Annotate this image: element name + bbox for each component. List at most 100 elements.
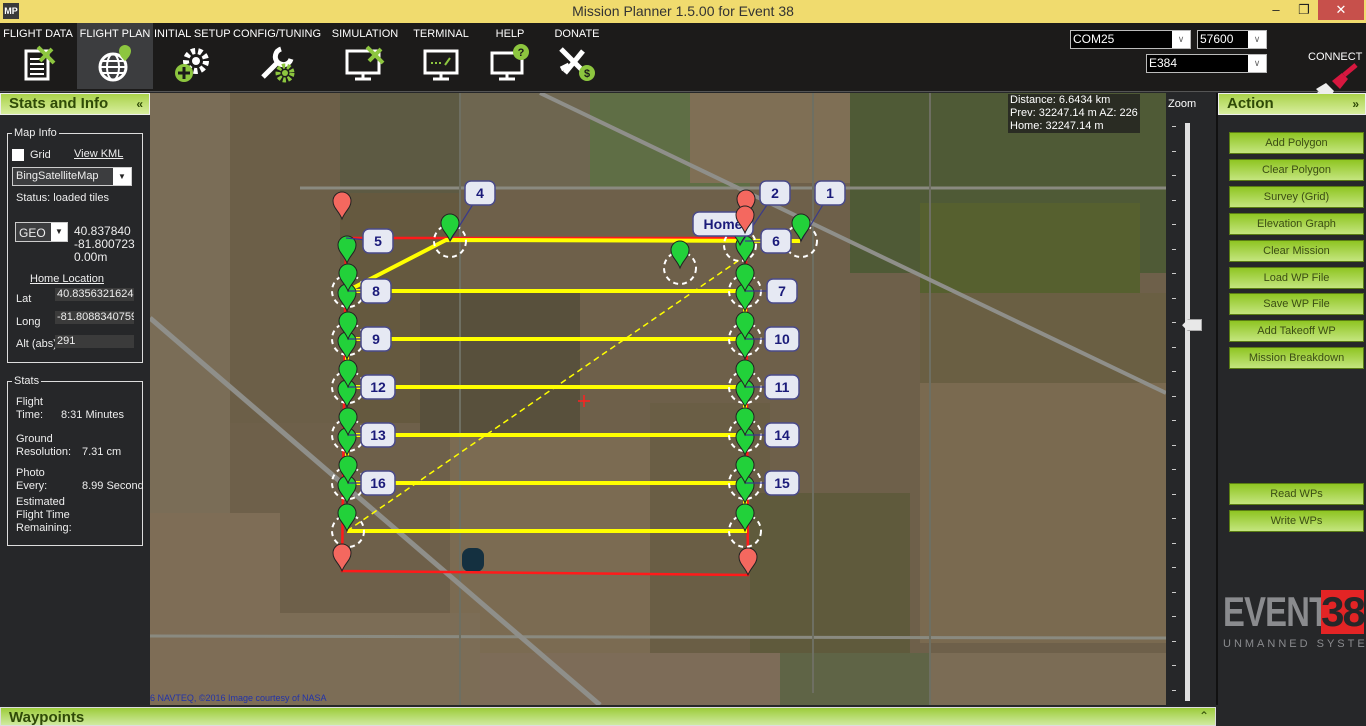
menu-label: DONATE	[554, 28, 600, 40]
action-panel: Action » Add Polygon Clear Polygon Surve…	[1216, 93, 1366, 705]
grid-checkbox[interactable]	[12, 149, 24, 161]
svg-text:$: $	[584, 68, 590, 80]
write-wps-button[interactable]: Write WPs	[1229, 510, 1364, 532]
waypoint-marker[interactable]	[337, 503, 357, 533]
menu-initial-setup[interactable]: INITIAL SETUP	[154, 23, 231, 89]
stats-panel-header: Stats and Info «	[0, 93, 150, 115]
collapse-icon[interactable]: »	[1352, 94, 1359, 114]
est-flight-time-label: Remaining:	[16, 522, 72, 534]
waypoint-marker[interactable]	[791, 213, 811, 243]
view-kml-link[interactable]: View KML	[74, 148, 123, 160]
maximize-button[interactable]: ❐	[1290, 0, 1318, 20]
home-lat-field[interactable]: 40.83563216247	[55, 288, 134, 301]
waypoint-label-13[interactable]: 13	[360, 422, 396, 448]
zoom-tick	[1172, 199, 1176, 201]
chevron-down-icon: ∨	[1248, 55, 1266, 72]
svg-text:12: 12	[370, 379, 386, 395]
menu-flight-data[interactable]: FLIGHT DATA	[0, 23, 76, 89]
save-wp-file-button[interactable]: Save WP File	[1229, 293, 1364, 315]
zoom-tick	[1172, 371, 1176, 372]
zoom-tick	[1172, 493, 1176, 495]
add-takeoff-wp-button[interactable]: Add Takeoff WP	[1229, 320, 1364, 342]
com-port-select[interactable]: COM25 ∨	[1070, 30, 1191, 49]
menu-config-tuning[interactable]: CONFIG/TUNING	[231, 23, 323, 89]
menu-flight-plan[interactable]: FLIGHT PLAN	[77, 23, 153, 89]
flight-time-value: 8:31 Minutes	[61, 409, 124, 421]
expand-icon[interactable]: ⌃	[1199, 709, 1209, 723]
waypoint-label-1[interactable]: 1	[814, 180, 846, 206]
svg-text:?: ?	[518, 47, 525, 59]
waypoint-label-2[interactable]: 2	[759, 180, 791, 206]
est-flight-time-label: Flight Time	[16, 509, 70, 521]
lat-label: Lat	[16, 293, 32, 305]
satellite-map[interactable]: 1 2 4 5 6 7 8 9 10 11 12 13 14 15 16 Home Distance: 6.6…	[150, 93, 1166, 705]
read-wps-button[interactable]: Read WPs	[1229, 483, 1364, 505]
waypoint-marker[interactable]	[735, 503, 755, 533]
waypoint-label-8[interactable]: 8	[360, 278, 392, 304]
polygon-vertex-marker[interactable]	[332, 543, 352, 573]
svg-text:16: 16	[370, 475, 386, 491]
menu-label: HELP	[495, 28, 525, 40]
terminal-icon	[423, 49, 459, 81]
waypoint-marker[interactable]	[670, 240, 690, 270]
map-status: Status: loaded tiles	[16, 192, 109, 204]
elevation-graph-button[interactable]: Elevation Graph	[1229, 213, 1364, 235]
waypoint-label-12[interactable]: 12	[360, 374, 396, 400]
zoom-tick	[1172, 444, 1176, 446]
menu-label: INITIAL SETUP	[154, 28, 231, 40]
baud-rate-select[interactable]: 57600 ∨	[1197, 30, 1267, 49]
waypoint-label-11[interactable]: 11	[764, 374, 800, 400]
menu-label: FLIGHT PLAN	[79, 28, 151, 40]
menu-donate[interactable]: DONATE $	[545, 23, 609, 89]
cursor-alt: 0.00m	[74, 250, 108, 264]
svg-text:8: 8	[372, 283, 380, 299]
zoom-tick	[1172, 591, 1176, 593]
ground-resolution-value: 7.31 cm	[82, 446, 122, 458]
add-polygon-button[interactable]: Add Polygon	[1229, 132, 1364, 154]
mission-breakdown-button[interactable]: Mission Breakdown	[1229, 347, 1364, 369]
zoom-tick	[1172, 346, 1176, 348]
waypoint-marker[interactable]	[440, 213, 460, 243]
polygon-vertex-marker[interactable]	[738, 547, 758, 577]
waypoint-label-7[interactable]: 7	[766, 278, 798, 304]
config-tuning-icon	[261, 46, 295, 83]
waypoint-label-16[interactable]: 16	[360, 470, 396, 496]
map-type-select[interactable]: BingSatelliteMap ▼	[12, 167, 132, 186]
collapse-icon[interactable]: «	[136, 94, 143, 114]
waypoint-label-4[interactable]: 4	[464, 180, 496, 206]
stats-legend: Stats	[14, 375, 40, 387]
waypoint-label-14[interactable]: 14	[764, 422, 800, 448]
action-panel-title: Action	[1227, 95, 1274, 112]
minimize-button[interactable]: –	[1262, 0, 1290, 20]
clear-polygon-button[interactable]: Clear Polygon	[1229, 159, 1364, 181]
donate-icon: $	[559, 47, 595, 81]
waypoint-label-5[interactable]: 5	[362, 228, 394, 254]
home-long-field[interactable]: -81.8088340759	[55, 311, 134, 324]
waypoint-label-9[interactable]: 9	[360, 326, 392, 352]
coord-mode-select[interactable]: GEO ▼	[15, 222, 68, 242]
profile-select[interactable]: E384 ∨	[1146, 54, 1267, 73]
close-button[interactable]: ✕	[1318, 0, 1364, 20]
survey-grid-button[interactable]: Survey (Grid)	[1229, 186, 1364, 208]
waypoint-label-15[interactable]: 15	[764, 470, 800, 496]
home-alt-field[interactable]: 291	[55, 335, 134, 348]
home-location-link[interactable]: Home Location	[30, 273, 104, 285]
zoom-tick	[1172, 248, 1176, 250]
menu-simulation[interactable]: SIMULATION	[324, 23, 406, 89]
waypoint-label-10[interactable]: 10	[764, 326, 800, 352]
polygon-vertex-marker[interactable]	[332, 191, 352, 221]
waypoint-marker[interactable]	[337, 235, 357, 265]
zoom-tick	[1172, 322, 1176, 323]
clear-mission-button[interactable]: Clear Mission	[1229, 240, 1364, 262]
menu-help[interactable]: HELP ?	[476, 23, 544, 89]
load-wp-file-button[interactable]: Load WP File	[1229, 267, 1364, 289]
zoom-track[interactable]	[1185, 123, 1190, 701]
initial-setup-icon	[175, 48, 209, 82]
svg-text:7: 7	[778, 283, 786, 299]
logo-subtitle: UNMANNED SYSTEMS	[1223, 638, 1366, 650]
waypoint-label-6[interactable]: 6	[760, 228, 792, 254]
profile-value: E384	[1149, 56, 1178, 70]
waypoints-panel-header[interactable]: Waypoints ⌃	[0, 707, 1216, 726]
menu-terminal[interactable]: TERMINAL	[407, 23, 475, 89]
alt-label: Alt (abs)	[16, 338, 57, 350]
